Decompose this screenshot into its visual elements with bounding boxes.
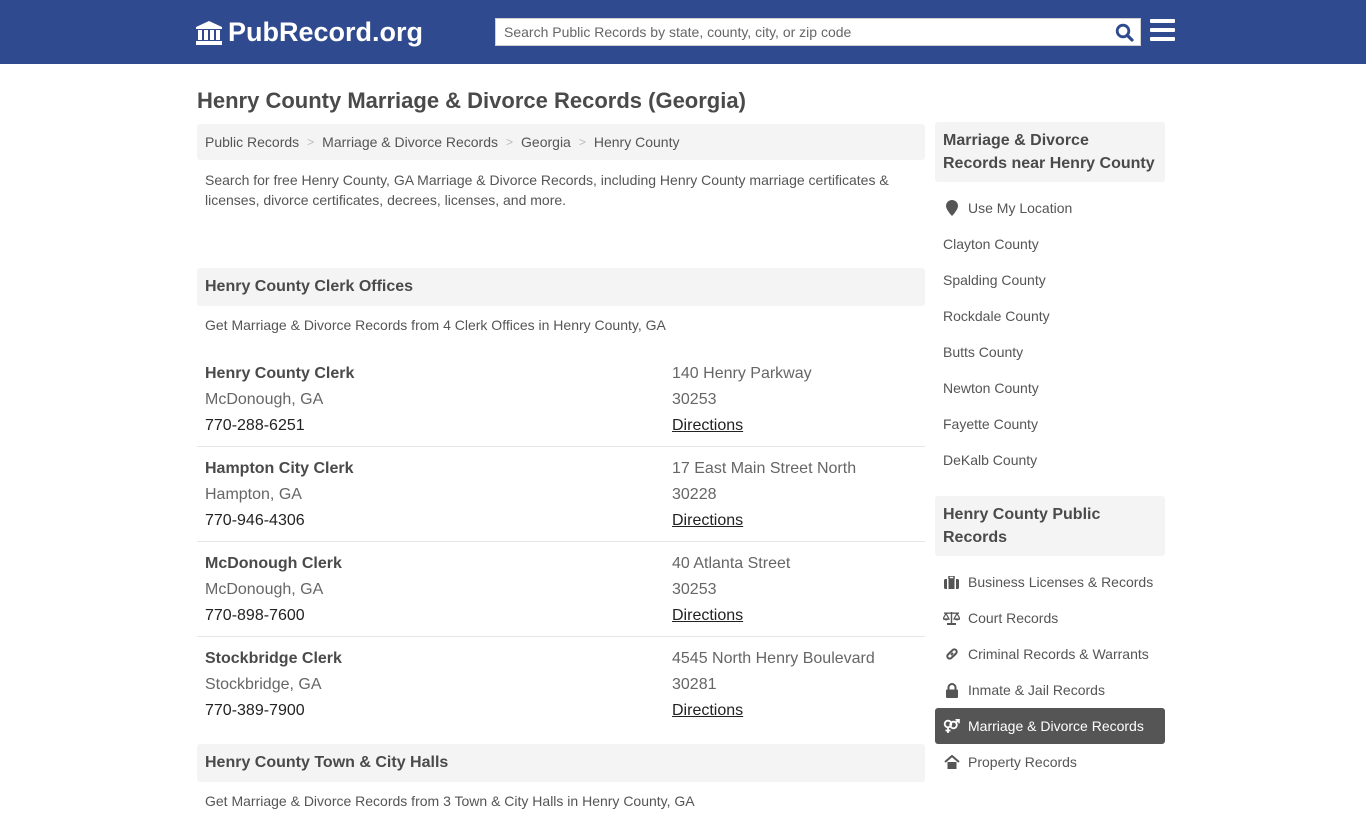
- nearby-county-link[interactable]: Clayton County: [935, 226, 1165, 262]
- record-name: McDonough Clerk: [205, 555, 342, 572]
- record-name: Hampton City Clerk: [205, 460, 354, 477]
- breadcrumb-georgia[interactable]: Georgia: [521, 134, 571, 150]
- record-phone[interactable]: 770-288-6251: [205, 413, 672, 439]
- directions-link[interactable]: Directions: [672, 702, 743, 719]
- briefcase-icon: [943, 575, 960, 589]
- sidebar-item-business-licenses[interactable]: Business Licenses & Records: [935, 564, 1165, 600]
- public-records-list: Business Licenses & Records Court Record…: [935, 556, 1165, 780]
- balance-scale-icon: [943, 611, 960, 625]
- breadcrumb: Public Records > Marriage & Divorce Reco…: [197, 124, 925, 160]
- nearby-county-link[interactable]: Rockdale County: [935, 298, 1165, 334]
- directions-link[interactable]: Directions: [672, 417, 743, 434]
- sidebar-item-court-records[interactable]: Court Records: [935, 600, 1165, 636]
- home-icon: [943, 755, 960, 769]
- directions-link[interactable]: Directions: [672, 512, 743, 529]
- breadcrumb-separator: >: [307, 135, 315, 149]
- section-heading: Henry County Clerk Offices: [197, 268, 925, 306]
- sidebar-heading-nearby: Marriage & Divorce Records near Henry Co…: [935, 122, 1165, 182]
- record-zip: 30281: [672, 676, 717, 693]
- record-city: Hampton, GA: [205, 486, 302, 503]
- sidebar-item-label: Court Records: [968, 610, 1059, 626]
- nearby-county-link[interactable]: DeKalb County: [935, 442, 1165, 478]
- record-item: McDonough Clerk McDonough, GA 770-898-76…: [197, 542, 925, 637]
- breadcrumb-separator: >: [578, 135, 586, 149]
- record-item: Henry County Clerk McDonough, GA 770-288…: [197, 352, 925, 447]
- map-marker-icon: [943, 200, 960, 216]
- courthouse-icon: [196, 20, 222, 45]
- sidebar-item-criminal-records[interactable]: Criminal Records & Warrants: [935, 636, 1165, 672]
- breadcrumb-separator: >: [506, 135, 514, 149]
- breadcrumb-public-records[interactable]: Public Records: [205, 134, 299, 150]
- venus-mars-icon: [943, 718, 960, 734]
- nearby-county-link[interactable]: Fayette County: [935, 406, 1165, 442]
- section-subtitle: Get Marriage & Divorce Records from 3 To…: [205, 793, 695, 809]
- top-navbar: PubRecord.org: [0, 0, 1366, 64]
- section-subtitle: Get Marriage & Divorce Records from 4 Cl…: [205, 317, 666, 333]
- record-zip: 30253: [672, 581, 717, 598]
- section-heading: Henry County Town & City Halls: [197, 744, 925, 782]
- record-zip: 30228: [672, 486, 717, 503]
- intro-text: Search for free Henry County, GA Marriag…: [205, 172, 889, 208]
- record-name: Henry County Clerk: [205, 365, 355, 382]
- record-address: 17 East Main Street North: [672, 460, 857, 477]
- search-icon: [1115, 23, 1134, 42]
- lock-icon: [943, 682, 960, 698]
- sidebar-item-marriage-divorce[interactable]: Marriage & Divorce Records: [935, 708, 1165, 744]
- link-icon: [943, 647, 960, 661]
- nearby-county-link[interactable]: Newton County: [935, 370, 1165, 406]
- record-phone[interactable]: 770-898-7600: [205, 603, 672, 629]
- sidebar-item-label: Inmate & Jail Records: [968, 682, 1105, 698]
- sidebar-item-property-records[interactable]: Property Records: [935, 744, 1165, 780]
- record-zip: 30253: [672, 391, 717, 408]
- page-title: Henry County Marriage & Divorce Records …: [197, 88, 746, 113]
- record-item: Hampton City Clerk Hampton, GA 770-946-4…: [197, 447, 925, 542]
- directions-link[interactable]: Directions: [672, 607, 743, 624]
- logo-text: PubRecord.org: [228, 17, 424, 47]
- sidebar: Marriage & Divorce Records near Henry Co…: [935, 122, 1165, 780]
- nearby-list: Use My Location Clayton County Spalding …: [935, 182, 1165, 478]
- record-phone[interactable]: 770-389-7900: [205, 698, 672, 724]
- record-address: 4545 North Henry Boulevard: [672, 650, 875, 667]
- record-address: 40 Atlanta Street: [672, 555, 791, 572]
- record-city: McDonough, GA: [205, 581, 324, 598]
- record-city: McDonough, GA: [205, 391, 324, 408]
- nearby-county-link[interactable]: Spalding County: [935, 262, 1165, 298]
- record-name: Stockbridge Clerk: [205, 650, 342, 667]
- sidebar-item-label: Criminal Records & Warrants: [968, 646, 1149, 662]
- breadcrumb-henry-county[interactable]: Henry County: [594, 134, 680, 150]
- site-logo[interactable]: PubRecord.org: [195, 17, 423, 48]
- sidebar-item-label: Use My Location: [968, 200, 1073, 216]
- hamburger-menu-icon[interactable]: [1150, 19, 1176, 43]
- sidebar-item-inmate-records[interactable]: Inmate & Jail Records: [935, 672, 1165, 708]
- record-address: 140 Henry Parkway: [672, 365, 812, 382]
- use-my-location-button[interactable]: Use My Location: [935, 190, 1165, 226]
- sidebar-item-label: Marriage & Divorce Records: [968, 718, 1144, 734]
- sidebar-item-label: Business Licenses & Records: [968, 574, 1154, 590]
- nearby-county-link[interactable]: Butts County: [935, 334, 1165, 370]
- search-button[interactable]: [1108, 19, 1140, 45]
- sidebar-heading-public-records: Henry County Public Records: [935, 496, 1165, 556]
- search-bar: [495, 18, 1141, 46]
- record-item: Stockbridge Clerk Stockbridge, GA 770-38…: [197, 637, 925, 732]
- main-content: Public Records > Marriage & Divorce Reco…: [197, 124, 925, 828]
- search-input[interactable]: [496, 19, 1108, 45]
- record-city: Stockbridge, GA: [205, 676, 322, 693]
- breadcrumb-marriage-divorce[interactable]: Marriage & Divorce Records: [322, 134, 498, 150]
- record-phone[interactable]: 770-946-4306: [205, 508, 672, 534]
